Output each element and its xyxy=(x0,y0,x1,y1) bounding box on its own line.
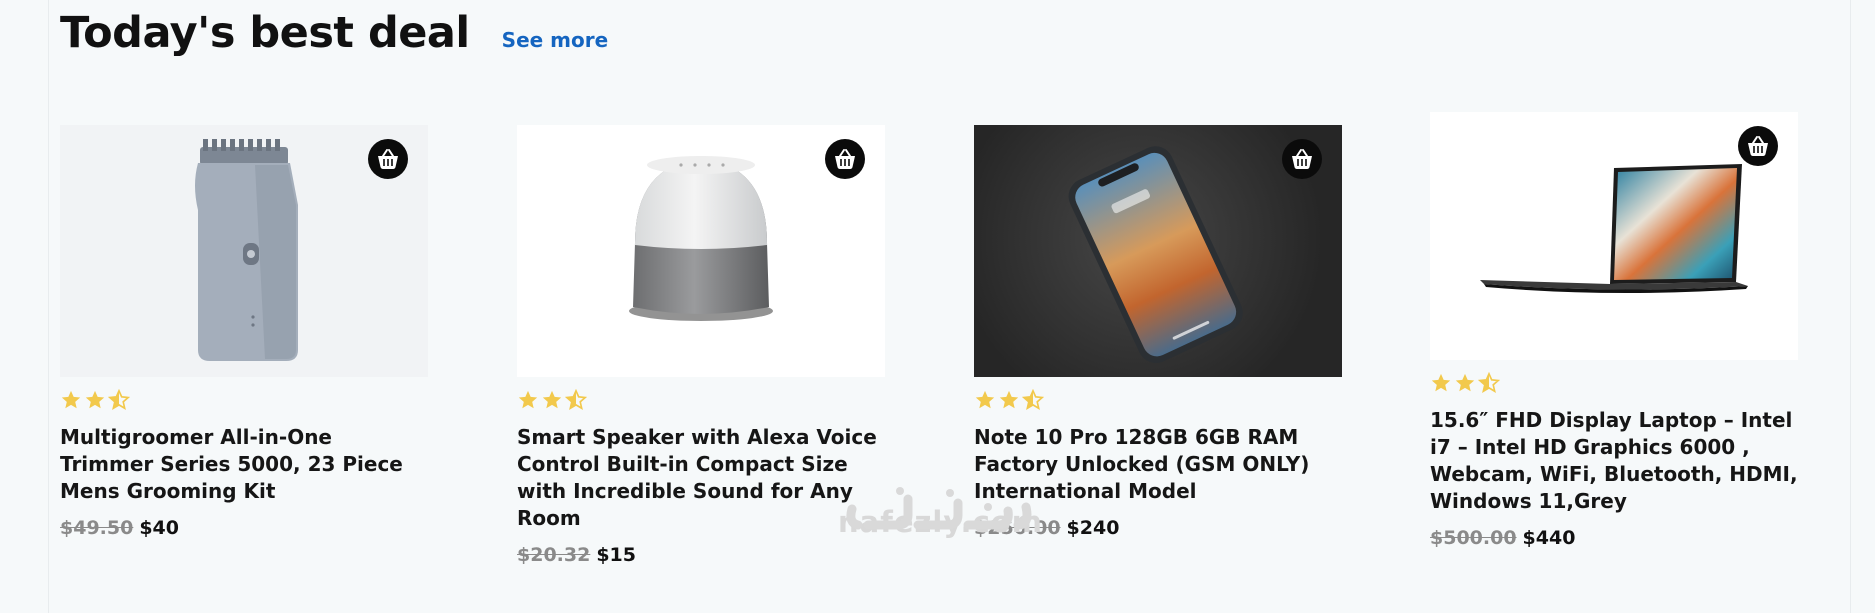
add-to-cart-button[interactable] xyxy=(1738,126,1778,166)
product-price: $250.00 $240 xyxy=(974,517,1342,539)
star-icon xyxy=(542,390,562,409)
see-more-link[interactable]: See more xyxy=(502,28,609,52)
section-title: Today's best deal xyxy=(60,8,470,58)
sale-price: $240 xyxy=(1066,517,1120,539)
product-image[interactable] xyxy=(974,125,1342,377)
product-price: $20.32 $15 xyxy=(517,544,885,566)
add-to-cart-button[interactable] xyxy=(825,139,865,179)
add-to-cart-button[interactable] xyxy=(1282,139,1322,179)
rating-stars xyxy=(974,388,1342,412)
basket-icon xyxy=(1748,136,1768,156)
star-icon xyxy=(61,390,81,409)
rating-stars xyxy=(1430,371,1798,395)
product-image[interactable] xyxy=(60,125,428,377)
basket-icon xyxy=(835,149,855,169)
star-icon xyxy=(999,390,1019,409)
original-price: $250.00 xyxy=(974,517,1061,539)
star-icon xyxy=(1455,373,1475,392)
add-to-cart-button[interactable] xyxy=(368,139,408,179)
rating-stars xyxy=(60,388,428,412)
product-card[interactable]: 15.6″ FHD Display Laptop – Intel i7 – In… xyxy=(1430,112,1798,549)
rating-stars xyxy=(517,388,885,412)
product-card[interactable]: Multigroomer All-in-One Trimmer Series 5… xyxy=(60,125,428,539)
original-price: $20.32 xyxy=(517,544,591,566)
product-name[interactable]: Smart Speaker with Alexa Voice Control B… xyxy=(517,424,885,532)
product-name[interactable]: Multigroomer All-in-One Trimmer Series 5… xyxy=(60,424,428,505)
right-divider xyxy=(1850,0,1851,613)
product-price: $49.50 $40 xyxy=(60,517,428,539)
half-star-icon xyxy=(565,389,587,410)
section-header: Today's best deal See more xyxy=(60,8,608,58)
product-image[interactable] xyxy=(1430,112,1798,360)
product-name[interactable]: 15.6″ FHD Display Laptop – Intel i7 – In… xyxy=(1430,407,1798,515)
half-star-icon xyxy=(1478,372,1500,393)
sale-price: $440 xyxy=(1522,527,1576,549)
star-icon xyxy=(1431,373,1451,392)
product-price: $500.00 $440 xyxy=(1430,527,1798,549)
star-icon xyxy=(85,390,105,409)
original-price: $500.00 xyxy=(1430,527,1517,549)
star-icon xyxy=(518,390,538,409)
half-star-icon xyxy=(1022,389,1044,410)
product-name[interactable]: Note 10 Pro 128GB 6GB RAM Factory Unlock… xyxy=(974,424,1342,505)
product-card[interactable]: Smart Speaker with Alexa Voice Control B… xyxy=(517,125,885,566)
sale-price: $15 xyxy=(596,544,636,566)
left-divider xyxy=(48,0,49,613)
sale-price: $40 xyxy=(139,517,179,539)
original-price: $49.50 xyxy=(60,517,134,539)
star-icon xyxy=(975,390,995,409)
product-image[interactable] xyxy=(517,125,885,377)
basket-icon xyxy=(378,149,398,169)
basket-icon xyxy=(1292,149,1312,169)
half-star-icon xyxy=(108,389,130,410)
product-card[interactable]: Note 10 Pro 128GB 6GB RAM Factory Unlock… xyxy=(974,125,1342,539)
